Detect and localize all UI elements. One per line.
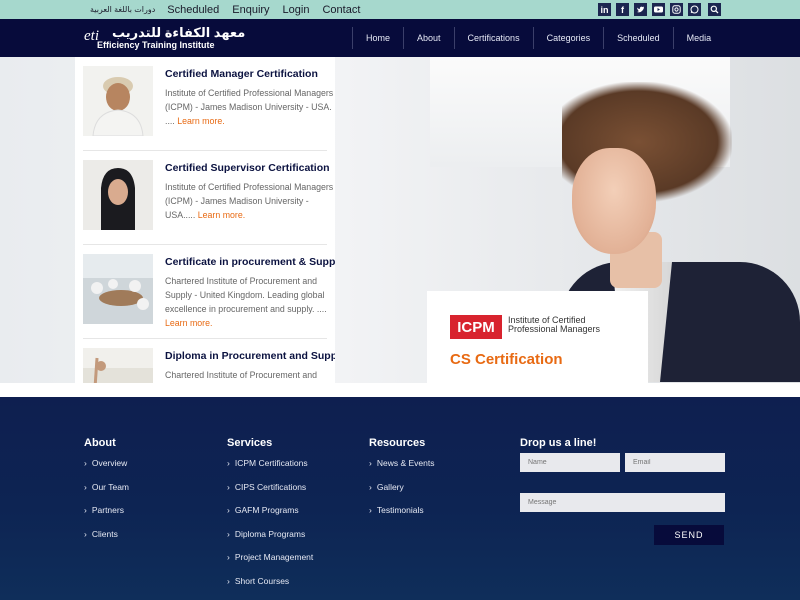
chevron-right-icon: › bbox=[84, 481, 87, 492]
footer-link-our-team[interactable]: › Our Team bbox=[84, 482, 129, 506]
footer-link-news-events[interactable]: › News & Events bbox=[369, 458, 434, 482]
footer-link-icpm[interactable]: › ICPM Certifications bbox=[227, 458, 313, 482]
facebook-icon[interactable]: f bbox=[616, 3, 629, 16]
scheduled-link[interactable]: Scheduled bbox=[167, 4, 219, 16]
top-links: دورات باللغة العربية Scheduled Enquiry L… bbox=[90, 0, 373, 19]
name-field[interactable] bbox=[520, 453, 620, 472]
footer-link-project-management[interactable]: › Project Management bbox=[227, 552, 313, 576]
certification-item[interactable]: Certified Manager Certification Institut… bbox=[83, 57, 333, 151]
chevron-right-icon: › bbox=[369, 481, 372, 492]
social-icons: in f bbox=[598, 3, 726, 16]
twitter-icon[interactable] bbox=[634, 3, 647, 16]
icpm-logo: ICPM bbox=[450, 315, 502, 339]
send-button[interactable]: SEND bbox=[654, 525, 724, 545]
footer-resources-column: Resources › News & Events › Gallery › Testi… bbox=[369, 437, 434, 529]
certification-title[interactable]: Certified Supervisor Certification bbox=[165, 162, 330, 174]
section-divider bbox=[0, 383, 800, 397]
footer-services-column: Services › ICPM Certifications › CIPS Cert… bbox=[227, 437, 313, 599]
footer-link-cips[interactable]: › CIPS Certifications bbox=[227, 482, 313, 506]
certification-desc: Chartered Institute of Procurement and bbox=[165, 370, 318, 380]
instagram-icon[interactable] bbox=[670, 3, 683, 16]
certification-desc: Institute of Certified Professional Mana… bbox=[165, 182, 334, 220]
certification-title[interactable]: Certificate in procurement & Supply bbox=[165, 256, 335, 268]
certification-title[interactable]: Certified Manager Certification bbox=[165, 68, 318, 80]
contact-link[interactable]: Contact bbox=[322, 4, 360, 16]
youtube-icon[interactable] bbox=[652, 3, 665, 16]
nav-categories[interactable]: Categories bbox=[532, 27, 604, 49]
chevron-right-icon: › bbox=[84, 458, 87, 468]
footer-link-partners[interactable]: › Partners bbox=[84, 505, 129, 529]
chevron-right-icon: › bbox=[227, 528, 230, 539]
footer-link-testimonials[interactable]: › Testimonials bbox=[369, 505, 434, 529]
footer-heading: Drop us a line! bbox=[520, 437, 597, 449]
nav-media[interactable]: Media bbox=[672, 27, 725, 49]
chevron-right-icon: › bbox=[369, 505, 372, 515]
footer-link-overview[interactable]: › Overview bbox=[84, 458, 129, 482]
footer-about-column: About › Overview › Our Team › Partners › Cli… bbox=[84, 437, 129, 552]
nav-about[interactable]: About bbox=[403, 27, 454, 49]
chevron-right-icon: › bbox=[227, 575, 230, 586]
footer-heading: Resources bbox=[369, 437, 426, 449]
icpm-org-name: Institute of Certified Professional Mana… bbox=[508, 315, 601, 334]
learn-more-link[interactable]: Learn more. bbox=[195, 210, 245, 220]
search-icon[interactable] bbox=[708, 3, 721, 16]
promo-card[interactable]: ICPM Institute of Certified Professional… bbox=[427, 291, 648, 383]
certification-desc: Institute of Certified Professional Mana… bbox=[165, 88, 334, 126]
logo-arabic-name[interactable]: معهد الكفاءة للتدريب bbox=[112, 25, 245, 41]
linkedin-icon[interactable]: in bbox=[598, 3, 611, 16]
message-field[interactable] bbox=[520, 493, 725, 512]
chevron-right-icon: › bbox=[227, 552, 230, 562]
nav-home[interactable]: Home bbox=[352, 27, 403, 49]
chevron-right-icon: › bbox=[369, 458, 372, 468]
nav-menu: Home About Certifications Categories Sch… bbox=[352, 27, 724, 49]
footer-link-diploma[interactable]: › Diploma Programs bbox=[227, 529, 313, 553]
footer-link-gafm[interactable]: › GAFM Programs bbox=[227, 505, 313, 529]
whatsapp-icon[interactable] bbox=[688, 3, 701, 16]
hero-photo-face bbox=[572, 148, 656, 254]
chevron-right-icon: › bbox=[227, 481, 230, 492]
top-bar: دورات باللغة العربية Scheduled Enquiry L… bbox=[0, 0, 800, 19]
certification-thumbnail[interactable] bbox=[83, 348, 153, 383]
certification-thumbnail[interactable] bbox=[83, 254, 153, 324]
email-field[interactable] bbox=[625, 453, 725, 472]
chevron-right-icon: › bbox=[227, 458, 230, 468]
chevron-right-icon: › bbox=[84, 528, 87, 539]
nav-scheduled[interactable]: Scheduled bbox=[603, 27, 673, 49]
certification-item[interactable]: Certificate in procurement & Supply Char… bbox=[83, 245, 335, 339]
footer-link-short-courses[interactable]: › Short Courses bbox=[227, 576, 313, 600]
arabic-courses-link[interactable]: دورات باللغة العربية bbox=[90, 5, 155, 14]
enquiry-link[interactable]: Enquiry bbox=[232, 4, 269, 16]
promo-title[interactable]: CS Certification bbox=[450, 351, 563, 368]
learn-more-link[interactable]: Learn more. bbox=[165, 318, 212, 328]
footer-link-clients[interactable]: › Clients bbox=[84, 529, 129, 553]
logo-english-name[interactable]: Efficiency Training Institute bbox=[97, 40, 215, 50]
certification-thumbnail[interactable] bbox=[83, 66, 153, 136]
certification-desc: Chartered Institute of Procurement and S… bbox=[165, 276, 327, 328]
nav-certifications[interactable]: Certifications bbox=[453, 27, 533, 49]
certification-thumbnail[interactable] bbox=[83, 160, 153, 230]
certification-list[interactable]: Certified Manager Certification Institut… bbox=[75, 57, 335, 383]
certification-title[interactable]: Diploma in Procurement and Supply bbox=[165, 350, 335, 362]
certification-item[interactable]: Diploma in Procurement and Supply Charte… bbox=[83, 339, 335, 383]
certification-item[interactable]: Certified Supervisor Certification Insti… bbox=[83, 151, 333, 245]
chevron-right-icon: › bbox=[84, 505, 87, 515]
chevron-right-icon: › bbox=[227, 505, 230, 515]
footer-heading: Services bbox=[227, 437, 273, 449]
footer-heading: About bbox=[84, 437, 116, 449]
footer-link-gallery[interactable]: › Gallery bbox=[369, 482, 434, 506]
learn-more-link[interactable]: Learn more. bbox=[175, 116, 224, 126]
login-link[interactable]: Login bbox=[283, 4, 310, 16]
